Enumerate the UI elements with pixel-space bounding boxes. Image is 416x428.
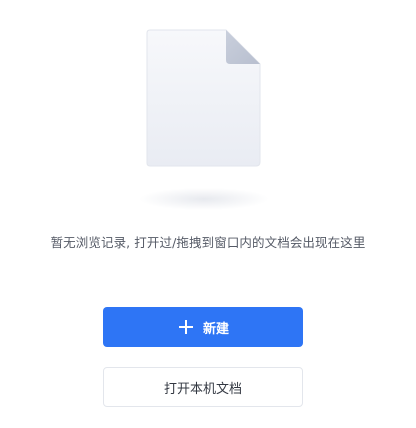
empty-state-message: 暂无浏览记录, 打开过/拖拽到窗口内的文档会出现在这里 [50, 235, 366, 250]
open-local-document-button[interactable]: 打开本机文档 [103, 367, 303, 407]
empty-state-panel: 暂无浏览记录, 打开过/拖拽到窗口内的文档会出现在这里 新建 打开本机文档 [0, 0, 416, 428]
new-document-button[interactable]: 新建 [103, 307, 303, 347]
document-icon [146, 29, 261, 167]
open-local-document-label: 打开本机文档 [163, 381, 242, 397]
document-shadow [140, 188, 268, 210]
plus-icon [178, 320, 193, 334]
new-document-label: 新建 [202, 321, 229, 337]
